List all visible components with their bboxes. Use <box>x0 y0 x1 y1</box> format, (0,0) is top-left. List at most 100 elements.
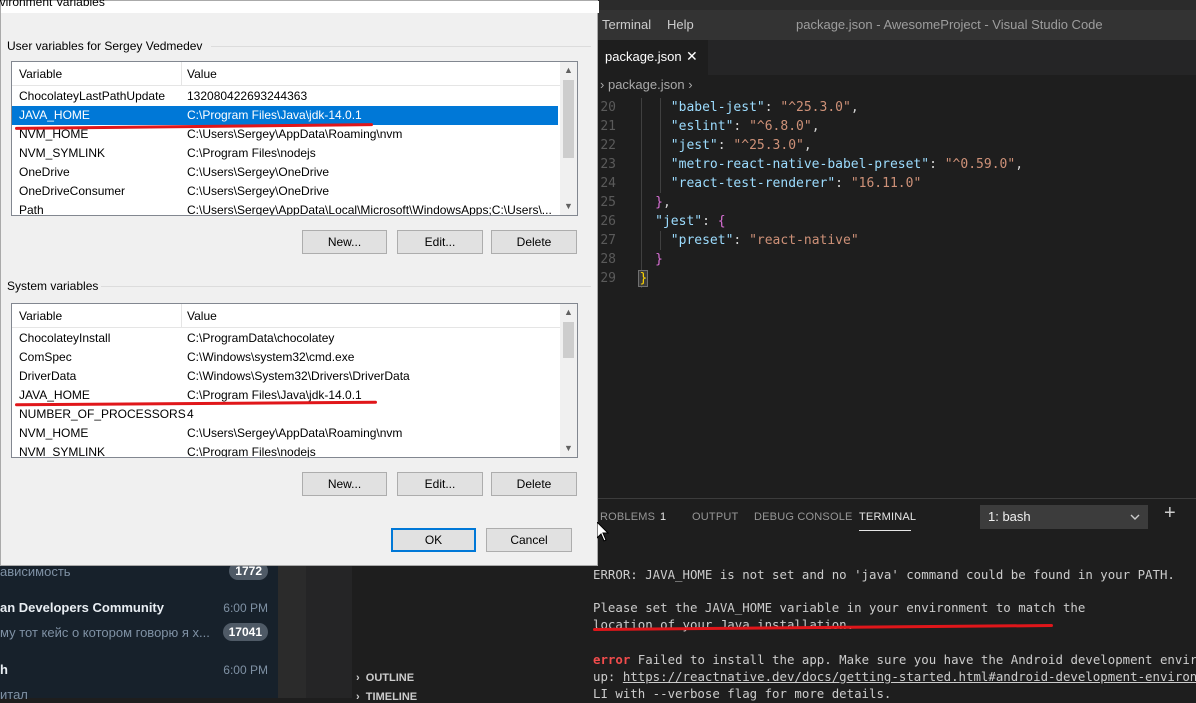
table-row[interactable]: ChocolateyInstall C:\ProgramData\chocolat… <box>12 329 558 348</box>
user-variables-list[interactable]: Variable Value ChocolateyLastPathUpdate 1… <box>11 61 578 216</box>
error-label: error <box>593 652 631 667</box>
line-number: 25 <box>600 195 616 210</box>
vertical-scrollbar[interactable]: ▲ ▼ <box>560 304 577 457</box>
code-line[interactable]: 21 "eslint": "^6.8.0", <box>600 117 819 136</box>
ok-button[interactable]: OK <box>391 528 476 552</box>
scrollbar-thumb[interactable] <box>563 80 574 158</box>
unread-badge: 17041 <box>222 623 268 641</box>
column-header-value[interactable]: Value <box>187 67 217 81</box>
breadcrumb[interactable]: › package.json › <box>600 77 693 92</box>
breadcrumb-file[interactable]: package.json <box>608 77 685 92</box>
environment-variables-dialog: nvironment Variables User variables for … <box>0 0 599 566</box>
vertical-scrollbar[interactable]: ▲ ▼ <box>560 62 577 215</box>
menu-terminal[interactable]: Terminal <box>602 17 651 32</box>
variable-name: ChocolateyLastPathUpdate <box>19 89 166 103</box>
system-new-button[interactable]: New... <box>302 472 387 496</box>
table-row[interactable]: OneDrive C:\Users\Sergey\OneDrive <box>12 163 558 182</box>
variable-value: C:\ProgramData\chocolatey <box>187 331 335 345</box>
column-header-value[interactable]: Value <box>187 309 217 323</box>
problems-count-badge: 1 <box>660 511 667 523</box>
table-row[interactable]: Path C:\Users\Sergey\AppData\Local\Micros… <box>12 201 558 216</box>
variable-name: DriverData <box>19 369 77 383</box>
variable-value: C:\Windows\System32\Drivers\DriverData <box>187 369 410 383</box>
table-row[interactable]: DriverData C:\Windows\System32\Drivers\Dr… <box>12 367 558 386</box>
variable-name: JAVA_HOME <box>19 108 90 122</box>
timeline-label: TIMELINE <box>365 691 418 703</box>
tab-package-json[interactable]: package.json ✕ <box>598 40 708 75</box>
code-line[interactable]: 20 "babel-jest": "^25.3.0", <box>600 98 858 117</box>
scroll-down-icon[interactable]: ▼ <box>560 198 577 215</box>
titlebar-strip <box>598 0 1196 10</box>
terminal-line: ERROR: JAVA_HOME is not set and no 'java… <box>593 567 1175 582</box>
system-variables-list[interactable]: Variable Value ChocolateyInstall C:\Progr… <box>11 303 578 458</box>
code-line[interactable]: 22 "jest": "^25.3.0", <box>600 136 811 155</box>
table-row[interactable]: NUMBER_OF_PROCESSORS 4 <box>12 405 558 424</box>
close-icon[interactable]: ✕ <box>686 48 698 65</box>
column-header-variable[interactable]: Variable <box>19 309 62 323</box>
terminal-select[interactable]: 1: bash <box>980 505 1148 529</box>
variable-value: C:\Users\Sergey\AppData\Local\Microsoft\… <box>187 203 552 216</box>
menu-help[interactable]: Help <box>667 17 694 32</box>
code-line[interactable]: 24 "react-test-renderer": "16.11.0" <box>600 174 921 193</box>
variable-name: NVM_SYMLINK <box>19 445 106 458</box>
terminal-select-value: 1: bash <box>988 509 1031 524</box>
tab-terminal[interactable]: TERMINAL <box>859 511 916 523</box>
code-line[interactable]: 25 }, <box>600 193 670 212</box>
scrollbar-thumb[interactable] <box>563 322 574 358</box>
table-row[interactable]: NVM_HOME C:\Users\Sergey\AppData\Roaming\… <box>12 424 558 443</box>
user-variables-group-label: User variables for Sergey Vedmedev <box>7 39 203 53</box>
tab-output[interactable]: OUTPUT <box>692 511 738 523</box>
add-terminal-button[interactable]: + <box>1164 502 1176 525</box>
system-edit-button[interactable]: Edit... <box>397 472 483 496</box>
scroll-up-icon[interactable]: ▲ <box>560 304 577 321</box>
line-number: 24 <box>600 176 616 191</box>
close-icon[interactable] <box>585 1 599 13</box>
user-delete-button[interactable]: Delete <box>491 230 577 254</box>
variable-value: C:\Users\Sergey\AppData\Roaming\nvm <box>187 426 403 440</box>
scroll-down-icon[interactable]: ▼ <box>560 440 577 457</box>
line-number: 20 <box>600 100 616 115</box>
scroll-up-icon[interactable]: ▲ <box>560 62 577 79</box>
terminal-text: Failed to install the app. Make sure you… <box>630 652 1196 667</box>
line-number: 21 <box>600 119 616 134</box>
terminal-line: up: https://reactnative.dev/docs/getting… <box>593 669 1196 684</box>
docs-link[interactable]: https://reactnative.dev/docs/getting-sta… <box>623 669 1196 684</box>
column-separator[interactable] <box>181 304 182 328</box>
table-row[interactable]: ComSpec C:\Windows\system32\cmd.exe <box>12 348 558 367</box>
list-header: Variable Value <box>12 62 560 86</box>
system-delete-button[interactable]: Delete <box>491 472 577 496</box>
line-number: 23 <box>600 157 616 172</box>
table-row[interactable]: OneDriveConsumer C:\Users\Sergey\OneDrive <box>12 182 558 201</box>
code-line[interactable]: 23 "metro-react-native-babel-preset": "^… <box>600 155 1023 174</box>
chat-message-preview: ависимость <box>0 564 71 579</box>
terminal-line: LI with --verbose flag for more details. <box>593 686 892 701</box>
terminal-line: Please set the JAVA_HOME variable in you… <box>593 600 1086 615</box>
chevron-right-icon: › <box>688 77 693 92</box>
timeline-section[interactable]: › TIMELINE <box>356 691 417 703</box>
column-separator[interactable] <box>181 62 182 86</box>
table-row[interactable]: ChocolateyLastPathUpdate 1320804226932443… <box>12 87 558 106</box>
column-header-variable[interactable]: Variable <box>19 67 62 81</box>
chat-time: 6:00 PM <box>223 663 268 677</box>
json-value: "^0.59.0" <box>944 157 1016 172</box>
table-row[interactable]: NVM_SYMLINK C:\Program Files\nodejs <box>12 443 558 458</box>
chat-message-preview: итал <box>0 687 28 702</box>
user-new-button[interactable]: New... <box>302 230 387 254</box>
table-row[interactable]: NVM_SYMLINK C:\Program Files\nodejs <box>12 144 558 163</box>
code-line[interactable]: 29 } <box>600 269 649 288</box>
table-row-selected[interactable]: JAVA_HOME C:\Program Files\Java\jdk-14.0.… <box>12 106 558 125</box>
code-line[interactable]: 26 "jest": { <box>600 212 725 231</box>
cancel-button[interactable]: Cancel <box>486 528 572 552</box>
code-line[interactable]: 27 "preset": "react-native" <box>600 231 858 250</box>
code-line[interactable]: 28 } <box>600 250 663 269</box>
chevron-right-icon: › <box>356 691 360 703</box>
user-edit-button[interactable]: Edit... <box>397 230 483 254</box>
chat-name: an Developers Community <box>0 600 164 615</box>
chat-time: 6:00 PM <box>223 601 268 615</box>
chevron-right-icon: › <box>356 672 360 684</box>
active-tab-indicator <box>859 530 911 531</box>
outline-section[interactable]: › OUTLINE <box>356 672 414 684</box>
chevron-right-icon: › <box>600 77 605 92</box>
tab-debug-console[interactable]: DEBUG CONSOLE <box>754 511 853 523</box>
dialog-titlebar: nvironment Variables <box>0 0 599 13</box>
